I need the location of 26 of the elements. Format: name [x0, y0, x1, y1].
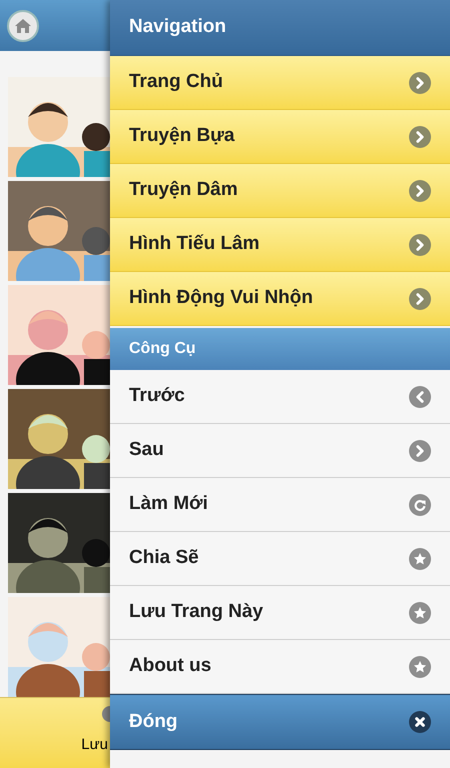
menu-item[interactable]: About us [110, 640, 450, 694]
home-icon [15, 18, 31, 33]
bottom-label: Lưu [81, 735, 108, 756]
menu-item[interactable]: Trước [110, 370, 450, 424]
chevron-right-icon [409, 180, 431, 202]
menu-item[interactable]: Trang Chủ [110, 56, 450, 110]
home-button[interactable] [7, 10, 39, 42]
section-title: Công Cụ [129, 339, 196, 359]
menu-item[interactable]: Làm Mới [110, 478, 450, 532]
chevron-right-icon [409, 440, 431, 462]
menu-item[interactable]: Sau [110, 424, 450, 478]
chevron-right-icon [409, 72, 431, 94]
menu-item[interactable]: Truyện Dâm [110, 164, 450, 218]
close-button[interactable]: Đóng [110, 694, 450, 750]
chevron-right-icon [409, 126, 431, 148]
menu-item[interactable]: Hình Tiếu Lâm [110, 218, 450, 272]
menu-item[interactable]: Hình Động Vui Nhộn [110, 272, 450, 326]
chevron-left-icon [409, 386, 431, 408]
menu-item[interactable]: Chia Sẽ [110, 532, 450, 586]
chevron-right-icon [409, 288, 431, 310]
chevron-right-icon [409, 234, 431, 256]
menu-item[interactable]: Truyện Bựa [110, 110, 450, 164]
menu-item[interactable]: Lưu Trang Này [110, 586, 450, 640]
refresh-icon [409, 494, 431, 516]
navigation-title: Navigation [129, 15, 226, 40]
close-icon [409, 711, 431, 733]
